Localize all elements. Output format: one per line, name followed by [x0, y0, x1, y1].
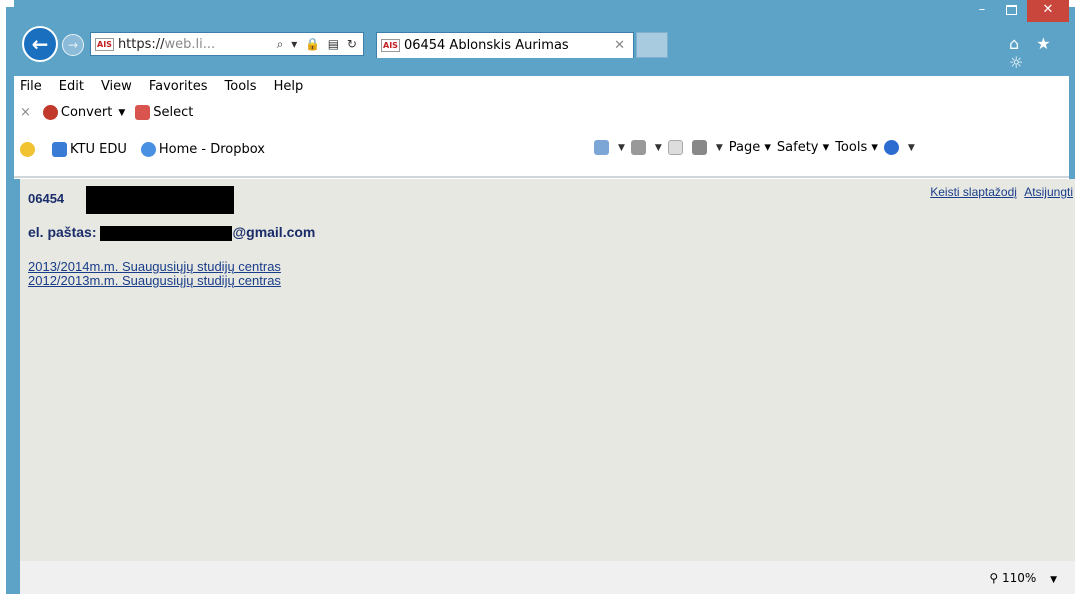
help-icon[interactable]: [883, 140, 899, 155]
email-suffix: @gmail.com: [232, 224, 316, 240]
zoom-level: 110%: [1001, 571, 1037, 585]
dropbox-icon: [140, 141, 156, 157]
forward-button[interactable]: →: [62, 34, 84, 56]
study-year-links: 2013/2014m.m. Suaugusiųjų studijų centra…: [28, 260, 281, 288]
safety-menu[interactable]: Safety ▾: [777, 140, 829, 155]
select-icon: [135, 105, 151, 120]
favorites-star-icon: [20, 141, 35, 157]
tab-title: 06454 Ablonskis Aurimas: [403, 38, 569, 53]
favorite-ktu-edu[interactable]: KTU EDU: [52, 141, 127, 157]
convert-icon: [42, 105, 58, 120]
status-bar: ⚲ 110% ▼: [20, 561, 1075, 594]
tab-active[interactable]: AIS 06454 Ablonskis Aurimas ✕: [376, 32, 634, 58]
toolbar-divider: [14, 176, 1069, 178]
change-password-link[interactable]: Keisti slaptažodį: [930, 185, 1017, 199]
page-content: Keisti slaptažodį Atsijungti 06454 el. p…: [20, 179, 1075, 561]
study-year-link-2013[interactable]: 2013/2014m.m. Suaugusiųjų studijų centra…: [28, 260, 281, 274]
favorite-label: Home - Dropbox: [158, 141, 265, 157]
select-button[interactable]: Select: [153, 105, 193, 120]
new-tab-button[interactable]: [636, 32, 668, 58]
page-menu[interactable]: Page ▾: [729, 140, 771, 155]
address-bar[interactable]: AIS https://web.li... ⌕ ▾ 🔒 ▤ ↻: [90, 32, 364, 56]
toolbar-close-icon[interactable]: ×: [20, 105, 31, 120]
feeds-dropdown-icon[interactable]: ▼: [655, 143, 662, 153]
menu-view[interactable]: View: [101, 79, 132, 94]
back-button[interactable]: ←: [22, 26, 58, 62]
favorite-label: KTU EDU: [70, 141, 127, 157]
feeds-icon[interactable]: [630, 140, 646, 155]
print-icon[interactable]: [691, 140, 707, 155]
menu-help[interactable]: Help: [274, 79, 304, 94]
email-line: el. paštas: @gmail.com: [28, 224, 315, 241]
mail-icon[interactable]: [667, 140, 683, 155]
print-dropdown-icon[interactable]: ▼: [716, 143, 723, 153]
maximize-icon: [1005, 4, 1017, 15]
tab-close-icon[interactable]: ✕: [614, 38, 633, 53]
site-icon: AIS: [95, 37, 114, 51]
close-button[interactable]: ✕: [1027, 0, 1069, 22]
address-url[interactable]: https://web.li...: [118, 37, 215, 52]
convert-button[interactable]: Convert: [61, 105, 112, 120]
favorite-dropbox[interactable]: Home - Dropbox: [140, 141, 265, 157]
title-bar: ← → AIS https://web.li... ⌕ ▾ 🔒 ▤ ↻ AIS …: [14, 0, 1069, 76]
favorites-star-button[interactable]: [20, 141, 38, 157]
home-icon[interactable]: [594, 140, 609, 155]
menu-file[interactable]: File: [20, 79, 42, 94]
menu-bar: File Edit View Favorites Tools Help: [20, 79, 303, 94]
home-favorites-settings-icon[interactable]: ⌂ ★ ☼: [1009, 34, 1069, 72]
home-dropdown-icon[interactable]: ▼: [618, 143, 625, 153]
study-year-link-2012[interactable]: 2012/2013m.m. Suaugusiųjų studijų centra…: [28, 274, 281, 288]
zoom-control[interactable]: ⚲ 110% ▼: [989, 571, 1057, 585]
tools-menu[interactable]: Tools ▾: [835, 140, 878, 155]
command-bar: ▼ ▼ ▼ Page ▾ Safety ▾ Tools ▾ ▼: [594, 140, 915, 155]
help-dropdown-icon[interactable]: ▼: [908, 143, 915, 153]
address-actions-icon[interactable]: ⌕ ▾ 🔒 ▤ ↻: [277, 37, 363, 52]
menu-favorites[interactable]: Favorites: [149, 79, 208, 94]
tab-site-icon: AIS: [381, 39, 400, 52]
zoom-dropdown-icon[interactable]: ▼: [1050, 575, 1057, 585]
ktu-icon: [52, 141, 67, 157]
user-id: 06454: [28, 191, 65, 206]
account-links: Keisti slaptažodį Atsijungti: [926, 185, 1073, 199]
convert-toolbar: × Convert ▼ Select: [20, 105, 193, 120]
minimize-button[interactable]: –: [969, 0, 995, 22]
menu-tools[interactable]: Tools: [225, 79, 257, 94]
menu-edit[interactable]: Edit: [59, 79, 84, 94]
redacted-name: [86, 186, 234, 214]
convert-dropdown-icon[interactable]: ▼: [118, 108, 125, 118]
maximize-button[interactable]: [998, 0, 1024, 22]
browser-chrome: ← → AIS https://web.li... ⌕ ▾ 🔒 ▤ ↻ AIS …: [14, 0, 1069, 179]
logout-link[interactable]: Atsijungti: [1024, 185, 1073, 199]
redacted-email: [100, 225, 233, 241]
zoom-icon: ⚲: [989, 571, 999, 585]
email-label: el. paštas:: [28, 224, 97, 240]
